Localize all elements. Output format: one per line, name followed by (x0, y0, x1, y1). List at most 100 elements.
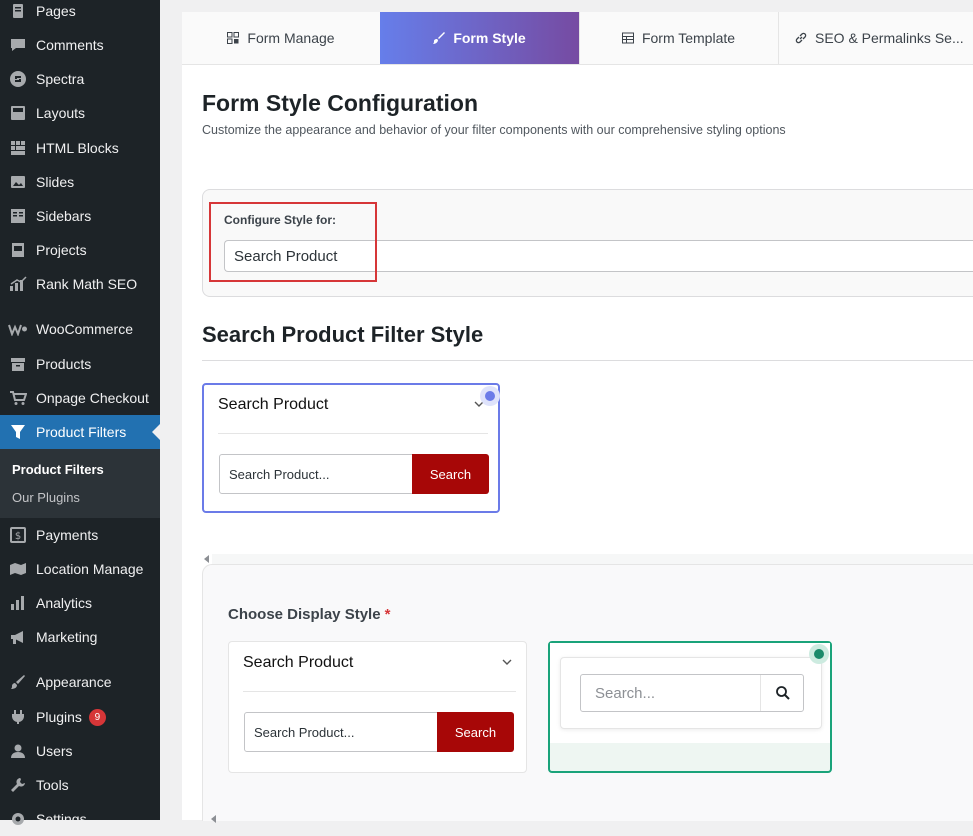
sidebar-item-product-filters[interactable]: Product Filters (0, 415, 160, 449)
section-divider (202, 360, 973, 361)
scroll-left-arrow-icon[interactable] (204, 555, 209, 563)
sidebar-item-location-manage[interactable]: Location Manage (0, 552, 160, 586)
sidebar-item-label: Pages (36, 3, 76, 19)
sidebar-item-label: Appearance (36, 674, 112, 690)
sidebar-item-label: Sidebars (36, 208, 92, 224)
sidebar-item-label: WooCommerce (36, 321, 133, 337)
filter-icon (8, 422, 28, 442)
table-icon (621, 32, 634, 44)
tab-label: Form Style (453, 30, 526, 46)
tab-label: SEO & Permalinks Se... (815, 30, 964, 46)
highlight-annotation-box (209, 202, 377, 282)
page-title: Form Style Configuration (202, 90, 478, 116)
sidebar-item-onpage-checkout[interactable]: Onpage Checkout (0, 381, 160, 415)
sidebar-item-label: Marketing (36, 629, 98, 645)
brush-icon (433, 32, 446, 44)
tab-form-manage[interactable]: Form Manage (182, 12, 381, 64)
main-content: Form Manage Form Style Form Template SEO… (182, 12, 973, 823)
filter-style-preview-card[interactable]: Search Product Search Product... Search (202, 383, 500, 513)
payments-icon: $ (8, 525, 28, 545)
products-icon (8, 354, 28, 374)
section-title: Search Product Filter Style (202, 322, 484, 347)
sidebar-item-users[interactable]: Users (0, 734, 160, 768)
sidebar-item-products[interactable]: Products (0, 347, 160, 381)
preview-search-input[interactable]: Search Product... (219, 454, 413, 494)
display-style-label: Choose Display Style * (228, 606, 390, 623)
sidebar-item-label: Layouts (36, 105, 86, 121)
layouts-icon (8, 103, 28, 123)
sidebar-item-plugins[interactable]: Plugins 9 (0, 700, 160, 734)
sidebar-item-label: Tools (36, 777, 69, 793)
display-style-option-2[interactable]: Search... (548, 641, 832, 773)
sidebar-item-label: Comments (36, 37, 104, 53)
sidebar-item-settings[interactable]: Settings (0, 802, 160, 836)
sidebar-item-label: Location Manage (36, 561, 144, 577)
sidebar-item-label: Users (36, 743, 73, 759)
product-filters-submenu: Product Filters Our Plugins (0, 449, 160, 518)
tab-form-style[interactable]: Form Style (380, 12, 580, 64)
sidebar-item-marketing[interactable]: Marketing (0, 620, 160, 654)
required-asterisk: * (384, 606, 391, 623)
sidebar-item-layouts[interactable]: Layouts (0, 96, 160, 130)
sidebar-item-pages[interactable]: Pages (0, 0, 160, 28)
tab-label: Form Manage (247, 30, 335, 46)
divider (243, 691, 516, 692)
divider (218, 433, 488, 434)
sidebar-item-sidebars[interactable]: Sidebars (0, 199, 160, 233)
sidebar-item-label: Payments (36, 527, 99, 543)
woocommerce-icon (8, 319, 28, 339)
chevron-down-icon[interactable] (502, 657, 512, 667)
cart-icon (8, 388, 28, 408)
tab-label: Form Template (641, 30, 736, 46)
option1-search-input[interactable]: Search Product... (244, 712, 438, 752)
marketing-icon (8, 627, 28, 647)
appearance-icon (8, 672, 28, 692)
sidebar-item-label: Slides (36, 174, 75, 190)
sidebar-item-analytics[interactable]: Analytics (0, 586, 160, 620)
sidebar-item-payments[interactable]: $ Payments (0, 518, 160, 552)
sidebar-item-label: Projects (36, 242, 87, 258)
html-blocks-icon (8, 138, 28, 158)
selected-radio-indicator (809, 644, 829, 664)
sidebar-item-spectra[interactable]: Spectra (0, 62, 160, 96)
horizontal-scrollbar[interactable] (212, 554, 973, 564)
tab-seo-permalinks[interactable]: SEO & Permalinks Se... (778, 12, 973, 64)
submenu-item-product-filters[interactable]: Product Filters (12, 462, 104, 477)
plugins-update-badge: 9 (88, 708, 106, 726)
sidebar-item-projects[interactable]: Projects (0, 233, 160, 267)
pages-icon (8, 1, 28, 21)
sidebar-item-label: Onpage Checkout (36, 390, 149, 406)
sidebar-item-label: Settings (36, 811, 87, 827)
spectra-icon (8, 69, 28, 89)
link-icon (795, 32, 807, 44)
display-style-option-1[interactable]: Search Product Search Product... Search (228, 641, 527, 773)
display-style-panel: Choose Display Style * Search Product Sea… (202, 564, 973, 823)
sidebar-item-tools[interactable]: Tools (0, 768, 160, 802)
tools-icon (8, 775, 28, 795)
tab-form-template[interactable]: Form Template (579, 12, 779, 64)
display-style-label-text: Choose Display Style (228, 606, 381, 623)
option1-search-button[interactable]: Search (437, 712, 514, 752)
sidebar-item-appearance[interactable]: Appearance (0, 665, 160, 699)
settings-icon (8, 809, 28, 829)
preview-search-button[interactable]: Search (412, 454, 489, 494)
projects-icon (8, 240, 28, 260)
submenu-item-our-plugins[interactable]: Our Plugins (12, 490, 80, 505)
sidebar-item-label: Spectra (36, 71, 85, 87)
sidebar-item-label: Plugins (36, 709, 82, 725)
scroll-left-arrow-icon[interactable] (211, 815, 216, 823)
plugins-icon (8, 707, 28, 727)
selected-radio-indicator (480, 386, 500, 406)
option2-search-button[interactable] (760, 675, 804, 711)
sidebar-item-rank-math[interactable]: Rank Math SEO (0, 267, 160, 301)
tab-bar: Form Manage Form Style Form Template SEO… (182, 12, 973, 65)
sidebar-item-comments[interactable]: Comments (0, 28, 160, 62)
sidebars-icon (8, 206, 28, 226)
sidebar-item-html-blocks[interactable]: HTML Blocks (0, 131, 160, 165)
sidebar-item-slides[interactable]: Slides (0, 165, 160, 199)
svg-text:$: $ (15, 531, 21, 542)
sidebar-item-label: Products (36, 356, 92, 372)
sidebar-item-woocommerce[interactable]: WooCommerce (0, 312, 160, 346)
sidebar-item-label: Analytics (36, 595, 93, 611)
slides-icon (8, 172, 28, 192)
